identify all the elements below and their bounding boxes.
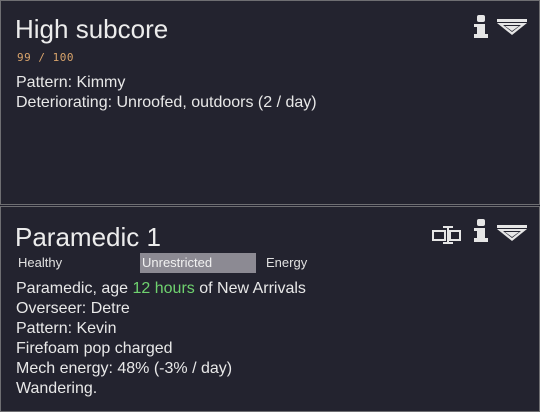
activity-line: Wandering. — [16, 380, 98, 397]
info-lines: Paramedic, age 12 hours of New Arrivals … — [16, 279, 306, 399]
inspect-panel-mech: Paramedic 1 Healthy Unrestricted Energy — [0, 206, 540, 412]
info-icon[interactable] — [473, 219, 489, 243]
description-prefix: Paramedic, age — [16, 280, 133, 297]
inspect-panel-building: High subcore 99 / 100 Pattern: Kimmy Det… — [0, 0, 540, 205]
dropdown-icon[interactable] — [497, 19, 527, 35]
panel-title: High subcore — [15, 14, 169, 44]
panel-title: Paramedic 1 — [15, 222, 161, 252]
firefoam-line: Firefoam pop charged — [16, 340, 173, 357]
health-tag[interactable]: Healthy — [18, 253, 62, 273]
pattern-line: Pattern: Kevin — [16, 320, 117, 337]
age-value: 12 hours — [132, 280, 195, 297]
info-icon[interactable] — [473, 15, 489, 39]
energy-tag[interactable]: Energy — [266, 253, 307, 273]
description-suffix: of New Arrivals — [194, 280, 306, 297]
rename-icon[interactable] — [432, 225, 462, 245]
status-tags: Healthy Unrestricted Energy — [16, 253, 316, 273]
overseer-line: Overseer: Detre — [16, 300, 130, 317]
mech-energy-line: Mech energy: 48% (-3% / day) — [16, 360, 233, 377]
deteriorating-line: Deteriorating: Unroofed, outdoors (2 / d… — [16, 94, 317, 111]
durability-value: 99 / 100 — [17, 51, 74, 64]
info-lines: Pattern: Kimmy Deteriorating: Unroofed, … — [16, 73, 317, 113]
pattern-line: Pattern: Kimmy — [16, 74, 126, 91]
description-line: Paramedic, age 12 hours of New Arrivals — [16, 279, 306, 299]
restriction-tag[interactable]: Unrestricted — [140, 253, 256, 273]
dropdown-icon[interactable] — [497, 225, 527, 241]
